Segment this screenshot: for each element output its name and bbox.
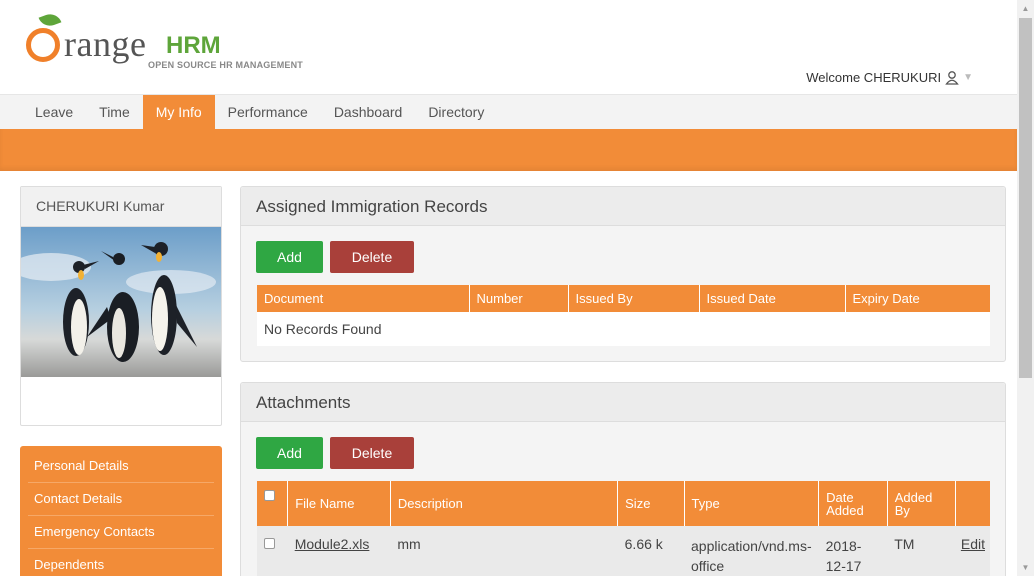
submenu-bar: [0, 129, 1017, 171]
menu-dashboard[interactable]: Dashboard: [321, 95, 416, 130]
attachments-panel: Attachments Add Delete File Name Descrip…: [240, 382, 1006, 576]
profile-card: CHERUKURI Kumar: [20, 186, 222, 426]
column-header[interactable]: File Name: [287, 481, 391, 526]
orange-o-icon: [26, 28, 60, 62]
orangehrm-logo[interactable]: range HRM OPEN SOURCE HR MANAGEMENT: [22, 10, 312, 72]
side-item-contact-details[interactable]: Contact Details: [28, 483, 214, 516]
logo-subtitle: OPEN SOURCE HR MANAGEMENT: [148, 60, 304, 70]
empty-message: No Records Found: [264, 321, 382, 337]
immigration-panel: Assigned Immigration Records Add Delete …: [240, 186, 1006, 362]
column-header[interactable]: Description: [390, 481, 619, 526]
action-header: [955, 481, 990, 526]
column-header[interactable]: Type: [684, 481, 820, 526]
column-header[interactable]: Issued Date: [699, 285, 846, 312]
attachments-title: Attachments: [241, 383, 1005, 422]
scroll-down-icon[interactable]: ▼: [1017, 559, 1034, 576]
column-header[interactable]: Date Added: [818, 481, 888, 526]
menu-performance[interactable]: Performance: [215, 95, 321, 130]
immigration-add-button[interactable]: Add: [256, 241, 323, 273]
profile-name: CHERUKURI Kumar: [21, 187, 221, 227]
immigration-title: Assigned Immigration Records: [241, 187, 1005, 226]
select-all-checkbox[interactable]: [264, 490, 275, 501]
type-cell: application/vnd.ms-office: [691, 538, 812, 574]
row-checkbox[interactable]: [264, 538, 275, 549]
attachments-delete-button[interactable]: Delete: [330, 437, 414, 469]
row-checkbox-cell: [257, 526, 288, 576]
edit-link[interactable]: Edit: [961, 536, 985, 552]
column-header[interactable]: Issued By: [568, 285, 700, 312]
added-by-cell: TM: [894, 536, 915, 552]
side-item-personal-details[interactable]: Personal Details: [28, 450, 214, 483]
main-menu: Leave Time My Info Performance Dashboard…: [0, 94, 1017, 130]
profile-photo[interactable]: [21, 227, 221, 377]
date-cell: 2018-12-17: [825, 538, 862, 574]
logo-word: range: [64, 24, 147, 64]
header: range HRM OPEN SOURCE HR MANAGEMENT Welc…: [0, 0, 1017, 94]
menu-leave[interactable]: Leave: [22, 95, 86, 130]
menu-directory[interactable]: Directory: [415, 95, 497, 130]
scrollbar-thumb[interactable]: [1019, 18, 1032, 378]
welcome-menu[interactable]: Welcome CHERUKURI ▼: [806, 70, 973, 85]
attachments-add-button[interactable]: Add: [256, 437, 323, 469]
column-header[interactable]: Number: [469, 285, 569, 312]
menu-my-info[interactable]: My Info: [142, 95, 215, 130]
user-icon: [945, 71, 959, 85]
scroll-up-icon[interactable]: ▲: [1017, 0, 1034, 17]
table-row: Module2.xls mm 6.66 k application/vnd.ms…: [257, 526, 990, 576]
page-scrollbar[interactable]: ▲ ▼: [1017, 0, 1034, 576]
select-all-header: [257, 481, 289, 526]
side-menu: Personal Details Contact Details Emergen…: [20, 446, 222, 576]
chevron-down-icon: ▼: [963, 72, 973, 83]
side-item-emergency-contacts[interactable]: Emergency Contacts: [28, 516, 214, 549]
leaf-icon: [38, 10, 62, 30]
column-header[interactable]: Expiry Date: [845, 285, 990, 312]
immigration-table: Document Number Issued By Issued Date Ex…: [257, 285, 990, 346]
description-cell: mm: [397, 536, 421, 552]
logo-hrm: HRM: [166, 32, 221, 59]
column-header[interactable]: Size: [617, 481, 685, 526]
column-header[interactable]: Added By: [887, 481, 957, 526]
size-cell: 6.66 k: [624, 536, 663, 552]
immigration-delete-button[interactable]: Delete: [330, 241, 414, 273]
column-header[interactable]: Document: [257, 285, 470, 312]
menu-time[interactable]: Time: [86, 95, 143, 130]
attachments-table: File Name Description Size Type Date Add…: [257, 481, 990, 576]
welcome-text: Welcome CHERUKURI: [806, 70, 942, 85]
file-name-link[interactable]: Module2.xls: [295, 536, 370, 552]
side-item-dependents[interactable]: Dependents: [28, 549, 214, 576]
